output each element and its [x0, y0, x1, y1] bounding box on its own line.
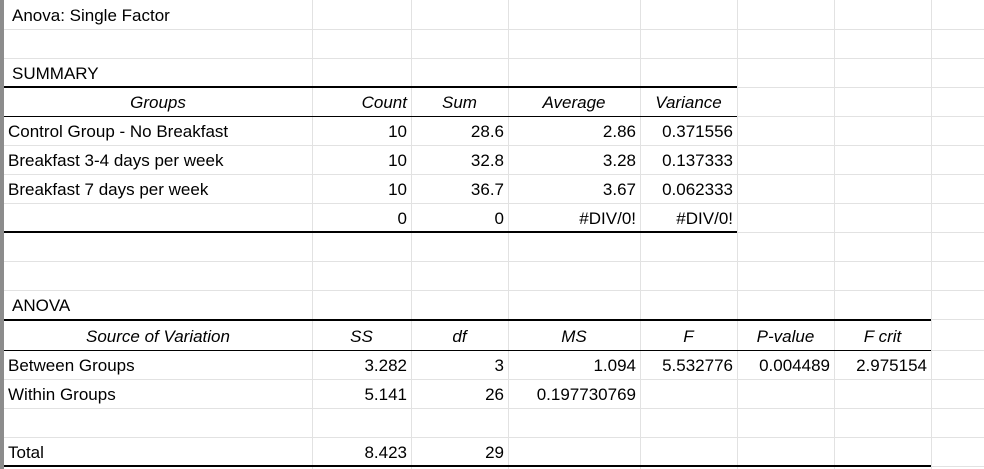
count-cell[interactable]: 0 — [312, 204, 411, 232]
sum-cell[interactable]: 32.8 — [411, 146, 508, 174]
average-cell[interactable]: 2.86 — [508, 117, 640, 145]
header-variance[interactable]: Variance — [640, 88, 737, 116]
header-ss[interactable]: SS — [312, 322, 411, 350]
summary-heading-cell[interactable]: SUMMARY — [8, 59, 308, 87]
count-cell[interactable]: 10 — [312, 175, 411, 203]
summary-row: Breakfast 3-4 days per week 10 32.8 3.28… — [4, 146, 984, 175]
sheet-row — [4, 409, 984, 438]
sum-cell[interactable]: 36.7 — [411, 175, 508, 203]
average-cell[interactable]: #DIV/0! — [508, 204, 640, 232]
df-cell[interactable]: 26 — [411, 380, 508, 408]
sum-cell[interactable]: 28.6 — [411, 117, 508, 145]
sheet-row — [4, 30, 984, 59]
header-ms[interactable]: MS — [508, 322, 640, 350]
f-cell[interactable]: 5.532776 — [640, 351, 737, 379]
header-average[interactable]: Average — [508, 88, 640, 116]
sheet-row — [4, 233, 984, 262]
sheet-row: Anova: Single Factor — [4, 1, 984, 30]
group-name-cell[interactable]: Breakfast 3-4 days per week — [4, 146, 312, 174]
summary-top-border — [4, 86, 737, 88]
sheet-row: ANOVA — [4, 291, 984, 320]
anova-total-row: Total 8.423 29 — [4, 438, 984, 467]
header-f[interactable]: F — [640, 322, 737, 350]
variance-cell[interactable]: 0.371556 — [640, 117, 737, 145]
average-cell[interactable]: 3.67 — [508, 175, 640, 203]
summary-header-row: Groups Count Sum Average Variance — [4, 88, 984, 117]
source-cell[interactable]: Within Groups — [4, 380, 312, 408]
total-label-cell[interactable]: Total — [4, 438, 312, 466]
average-cell[interactable]: 3.28 — [508, 146, 640, 174]
ms-cell[interactable]: 1.094 — [508, 351, 640, 379]
ss-cell[interactable]: 3.282 — [312, 351, 411, 379]
spreadsheet-grid[interactable]: Anova: Single Factor SUMMARY Groups Coun… — [0, 0, 984, 469]
sheet-row: SUMMARY — [4, 59, 984, 88]
df-cell[interactable]: 3 — [411, 351, 508, 379]
f-crit-cell[interactable]: 2.975154 — [834, 351, 931, 379]
total-df-cell[interactable]: 29 — [411, 438, 508, 466]
sheet-row — [4, 262, 984, 291]
anova-title-cell[interactable]: Anova: Single Factor — [8, 1, 308, 29]
count-cell[interactable]: 10 — [312, 146, 411, 174]
summary-bottom-border — [4, 231, 737, 233]
summary-row: 0 0 #DIV/0! #DIV/0! — [4, 204, 984, 233]
variance-cell[interactable]: 0.137333 — [640, 146, 737, 174]
header-f-crit[interactable]: F crit — [834, 322, 931, 350]
anova-row: Between Groups 3.282 3 1.094 5.532776 0.… — [4, 351, 984, 380]
header-df[interactable]: df — [411, 322, 508, 350]
summary-row: Control Group - No Breakfast 10 28.6 2.8… — [4, 117, 984, 146]
header-source-of-variation[interactable]: Source of Variation — [4, 322, 312, 350]
count-cell[interactable]: 10 — [312, 117, 411, 145]
header-groups[interactable]: Groups — [4, 88, 312, 116]
ss-cell[interactable]: 5.141 — [312, 380, 411, 408]
anova-header-row: Source of Variation SS df MS F P-value F… — [4, 322, 984, 351]
anova-bottom-border — [4, 465, 931, 467]
source-cell[interactable]: Between Groups — [4, 351, 312, 379]
summary-row: Breakfast 7 days per week 10 36.7 3.67 0… — [4, 175, 984, 204]
variance-cell[interactable]: #DIV/0! — [640, 204, 737, 232]
p-value-cell[interactable]: 0.004489 — [737, 351, 834, 379]
group-name-cell[interactable] — [4, 204, 312, 232]
group-name-cell[interactable]: Breakfast 7 days per week — [4, 175, 312, 203]
anova-header-border — [4, 350, 931, 351]
ms-cell[interactable]: 0.197730769 — [508, 380, 640, 408]
header-sum[interactable]: Sum — [411, 88, 508, 116]
total-ss-cell[interactable]: 8.423 — [312, 438, 411, 466]
header-count[interactable]: Count — [312, 88, 411, 116]
anova-top-border — [4, 319, 931, 321]
header-p-value[interactable]: P-value — [737, 322, 834, 350]
summary-header-border — [4, 116, 737, 117]
variance-cell[interactable]: 0.062333 — [640, 175, 737, 203]
group-name-cell[interactable]: Control Group - No Breakfast — [4, 117, 312, 145]
sum-cell[interactable]: 0 — [411, 204, 508, 232]
anova-heading-cell[interactable]: ANOVA — [8, 291, 308, 319]
anova-row: Within Groups 5.141 26 0.197730769 — [4, 380, 984, 409]
